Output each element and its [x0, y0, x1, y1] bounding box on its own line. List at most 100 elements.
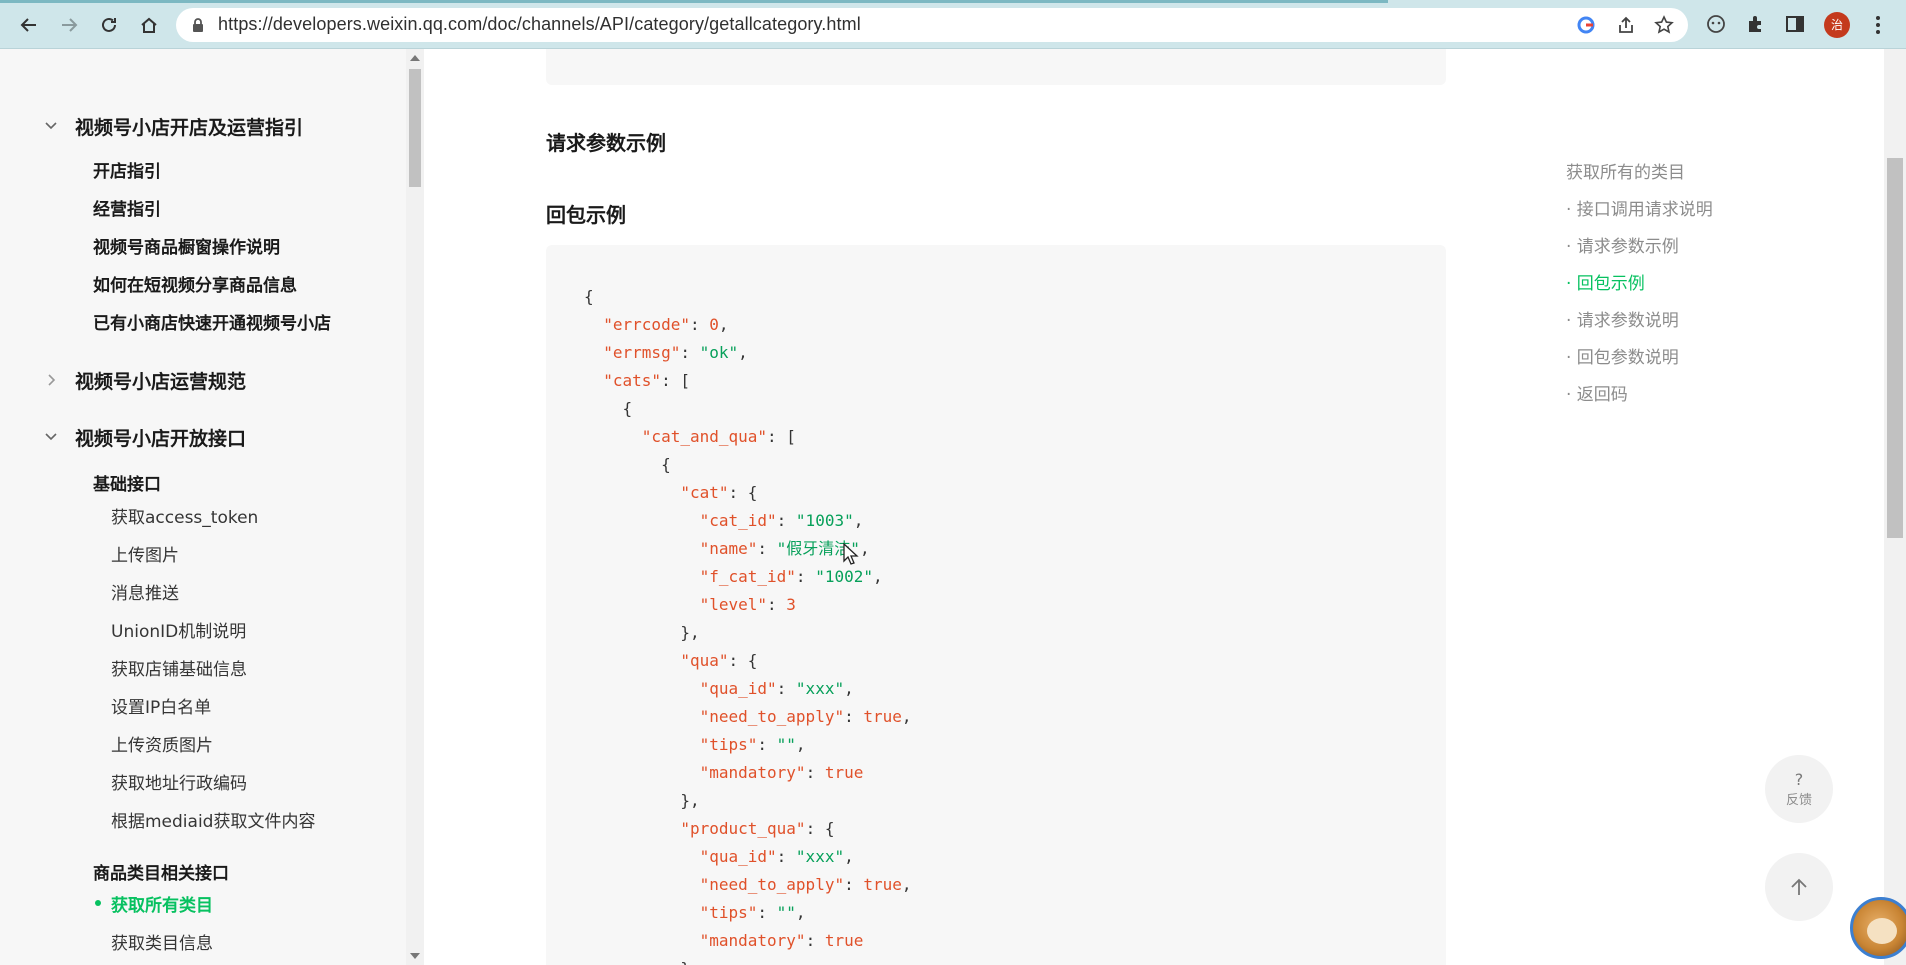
code-token: "cat" — [680, 483, 729, 502]
toc-item[interactable]: · 接口调用请求说明 — [1566, 195, 1713, 220]
code-line: "level": 3 — [584, 591, 912, 619]
code-token: : — [805, 763, 825, 782]
feedback-button[interactable]: ? 反馈 — [1765, 755, 1833, 823]
url-text[interactable]: https://developers.weixin.qq.com/doc/cha… — [218, 14, 861, 35]
reload-icon — [102, 17, 116, 32]
code-line: { — [584, 395, 912, 423]
chevron-down-icon[interactable] — [44, 430, 58, 444]
code-token: true — [824, 931, 864, 950]
code-line: "f_cat_id": "1002", — [584, 563, 912, 591]
code-token: "1002" — [815, 567, 873, 586]
code-token: "xxx" — [795, 847, 845, 866]
extension-face-icon[interactable] — [1705, 13, 1727, 35]
code-token: "product_qua" — [680, 819, 806, 838]
back-button[interactable] — [14, 10, 44, 40]
sidebar-item[interactable]: 根据mediaid获取文件内容 — [111, 807, 315, 832]
code-block-previous — [546, 49, 1446, 85]
code-token: "cats" — [603, 371, 662, 390]
doc-sidebar: 视频号小店开店及运营指引 开店指引 经营指引 视频号商品橱窗操作说明 如何在短视… — [0, 49, 406, 965]
heading-request-example: 请求参数示例 — [546, 131, 666, 155]
code-token: } — [680, 959, 690, 965]
sidebar-item[interactable]: UnionID机制说明 — [111, 617, 246, 642]
sidebar-item[interactable]: 上传图片 — [111, 541, 179, 566]
back-to-top-button[interactable] — [1765, 853, 1833, 921]
more-vert-icon[interactable] — [1868, 12, 1888, 38]
sidebar-item-active[interactable]: 获取所有类目 — [111, 891, 213, 916]
toc-item[interactable]: · 请求参数示例 — [1566, 232, 1679, 257]
star-icon[interactable] — [1654, 15, 1674, 35]
code-token: "xxx" — [795, 679, 845, 698]
code-token: : — [844, 875, 864, 894]
code-token: : — [776, 679, 796, 698]
puzzle-icon[interactable] — [1745, 13, 1767, 35]
code-token: "level" — [699, 595, 768, 614]
share-icon[interactable] — [1616, 15, 1636, 35]
code-line: "need_to_apply": true, — [584, 703, 912, 731]
page-scrollbar-thumb[interactable] — [1887, 158, 1903, 538]
assistant-avatar[interactable] — [1850, 897, 1906, 959]
browser-toolbar: https://developers.weixin.qq.com/doc/cha… — [0, 0, 1906, 49]
scroll-down-arrow-icon[interactable] — [410, 953, 420, 959]
code-token: : — [689, 315, 710, 334]
address-bar[interactable]: https://developers.weixin.qq.com/doc/cha… — [176, 8, 1688, 42]
toc-item-active[interactable]: · 回包示例 — [1566, 269, 1645, 294]
sidebar-item[interactable]: 设置IP白名单 — [111, 693, 211, 718]
code-line: "cat_id": "1003", — [584, 507, 912, 535]
sidebar-item[interactable]: 视频号商品橱窗操作说明 — [93, 233, 280, 258]
sidebar-item[interactable]: 获取access_token — [111, 503, 258, 528]
arrow-up-icon — [1791, 878, 1807, 895]
code-token: , — [853, 511, 864, 530]
chevron-right-icon[interactable] — [44, 373, 58, 387]
code-token: : — [776, 511, 796, 530]
code-token: , — [901, 707, 912, 726]
arrow-left-icon — [20, 18, 36, 32]
sidebar-item[interactable]: 开店指引 — [93, 157, 161, 182]
toc-item[interactable]: · 回包参数说明 — [1566, 343, 1679, 368]
toc-item[interactable]: · 返回码 — [1566, 380, 1628, 405]
toc-title[interactable]: 获取所有的类目 — [1566, 158, 1685, 183]
code-token: : — [767, 595, 787, 614]
chevron-down-icon[interactable] — [44, 119, 58, 133]
code-token: "cat_id" — [699, 511, 777, 530]
code-line: "cat_and_qua": [ — [584, 423, 912, 451]
code-token: { — [661, 455, 671, 474]
toc-item[interactable]: · 请求参数说明 — [1566, 306, 1679, 331]
sidebar-item[interactable]: 获取地址行政编码 — [111, 769, 247, 794]
reload-button[interactable] — [94, 10, 124, 40]
code-token: , — [844, 847, 854, 866]
tab-strip-edge — [0, 0, 1388, 3]
sidebar-item[interactable]: 获取店铺基础信息 — [111, 655, 247, 680]
sidebar-item[interactable]: 消息推送 — [111, 579, 179, 604]
code-token: "qua_id" — [699, 847, 777, 866]
code-line: "errmsg": "ok", — [584, 339, 912, 367]
sidebar-section-title[interactable]: 视频号小店开店及运营指引 — [75, 113, 303, 140]
forward-button[interactable] — [54, 10, 84, 40]
sidebar-section-title[interactable]: 视频号小店开放接口 — [75, 424, 246, 451]
code-token: , — [872, 567, 883, 586]
code-token: true — [863, 875, 902, 894]
sidebar-group-title[interactable]: 基础接口 — [93, 470, 161, 495]
sidebar-item[interactable]: 已有小商店快速开通视频号小店 — [93, 309, 331, 334]
sidebar-item[interactable]: 获取类目信息 — [111, 929, 213, 954]
google-translate-icon[interactable] — [1576, 15, 1596, 35]
scroll-up-arrow-icon[interactable] — [410, 55, 420, 61]
sidebar-scrollbar-thumb[interactable] — [409, 69, 421, 187]
sidebar-item[interactable]: 上传资质图片 — [111, 731, 213, 756]
side-panel-icon[interactable] — [1784, 13, 1806, 35]
code-line: { — [584, 283, 912, 311]
code-token: "need_to_apply" — [699, 875, 845, 894]
sidebar-scrollbar[interactable] — [406, 49, 424, 965]
sidebar-section-title[interactable]: 视频号小店运营规范 — [75, 367, 246, 394]
code-token: "qua_id" — [699, 679, 777, 698]
code-line: }, — [584, 619, 912, 647]
code-token: , — [718, 315, 729, 334]
code-token: "mandatory" — [699, 931, 806, 950]
home-button[interactable] — [134, 10, 164, 40]
page-scrollbar[interactable] — [1884, 49, 1906, 965]
response-code-block: { "errcode": 0, "errmsg": "ok", "cats": … — [546, 245, 1446, 965]
sidebar-item[interactable]: 经营指引 — [93, 195, 161, 220]
sidebar-item[interactable]: 如何在短视频分享商品信息 — [93, 271, 297, 296]
sidebar-group-title[interactable]: 商品类目相关接口 — [93, 859, 229, 884]
profile-avatar[interactable]: 治 — [1824, 12, 1850, 38]
code-line: "need_to_apply": true, — [584, 871, 912, 899]
